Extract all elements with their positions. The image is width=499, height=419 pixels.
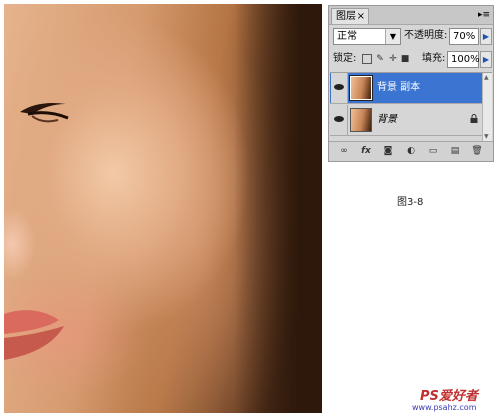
mask-icon[interactable]: ◙ — [381, 145, 395, 157]
panel-tabbar: 图层 × ▸≡ — [329, 6, 493, 25]
layers-scrollbar[interactable]: ▲ ▼ — [482, 73, 492, 141]
opacity-slider-arrow-icon[interactable]: ▶ — [480, 28, 492, 45]
nose-highlight — [4, 194, 44, 294]
tab-label: 图层 — [336, 11, 356, 22]
eye-icon — [334, 116, 344, 122]
visibility-toggle[interactable] — [331, 73, 348, 103]
visibility-toggle[interactable] — [331, 105, 348, 135]
new-layer-icon[interactable]: ▤ — [448, 145, 462, 157]
lock-transparency-icon[interactable] — [362, 54, 372, 64]
blend-mode-value: 正常 — [337, 31, 357, 42]
watermark-url: www.psahz.com — [412, 403, 477, 412]
layers-list: 背景 副本 背景 ▲ ▼ — [330, 72, 492, 141]
lock-icon — [470, 114, 478, 123]
layers-panel: 图层 × ▸≡ 正常 ▼ 不透明度: 70% ▶ 锁定: ✎ ✛ ■ 填充: 1… — [328, 5, 494, 162]
lock-pixels-brush-icon[interactable]: ✎ — [375, 54, 385, 64]
panel-menu-icon[interactable]: ▸≡ — [478, 8, 490, 22]
lock-fill-row: 锁定: ✎ ✛ ■ 填充: 100% ▶ — [333, 50, 492, 70]
layer-thumbnail — [350, 108, 372, 132]
lock-label: 锁定: — [333, 53, 357, 64]
layer-name: 背景 副本 — [377, 82, 421, 93]
lock-position-move-icon[interactable]: ✛ — [388, 54, 398, 64]
layer-row-background[interactable]: 背景 — [330, 105, 482, 136]
fill-slider-arrow-icon[interactable]: ▶ — [480, 51, 492, 68]
fx-icon[interactable]: fx — [359, 145, 373, 157]
opacity-input[interactable]: 70% — [449, 28, 479, 45]
hair-shadow — [234, 4, 322, 413]
fill-label: 填充: — [422, 53, 446, 64]
portrait-photo — [4, 4, 322, 413]
fill-input[interactable]: 100% — [447, 51, 480, 68]
opacity-label: 不透明度: — [404, 30, 448, 41]
lips — [4, 310, 64, 360]
layer-thumbnail — [349, 75, 373, 101]
blend-opacity-row: 正常 ▼ 不透明度: 70% ▶ — [333, 27, 492, 47]
layer-row-background-copy[interactable]: 背景 副本 — [330, 73, 482, 104]
eye-icon — [334, 84, 344, 90]
lock-all-icon[interactable]: ■ — [400, 54, 410, 64]
group-folder-icon[interactable]: ▭ — [426, 145, 440, 157]
layer-name: 背景 — [377, 114, 397, 125]
chevron-down-icon: ▼ — [385, 29, 400, 44]
tab-layers[interactable]: 图层 × — [331, 8, 369, 24]
watermark-logo: PS爱好者 — [420, 389, 478, 404]
trash-icon[interactable]: 🗑 — [470, 145, 484, 157]
adjustment-icon[interactable]: ◐ — [404, 145, 418, 157]
blend-mode-select[interactable]: 正常 ▼ — [333, 28, 401, 45]
close-icon[interactable]: × — [357, 9, 365, 24]
link-icon[interactable]: ∞ — [337, 145, 351, 157]
scroll-down-icon[interactable]: ▼ — [484, 133, 489, 140]
figure-caption: 图3-8 — [397, 197, 424, 208]
eye-lashes — [20, 103, 69, 123]
scroll-up-icon[interactable]: ▲ — [484, 74, 489, 81]
layers-toolbar: ∞ fx ◙ ◐ ▭ ▤ 🗑 — [329, 141, 493, 161]
